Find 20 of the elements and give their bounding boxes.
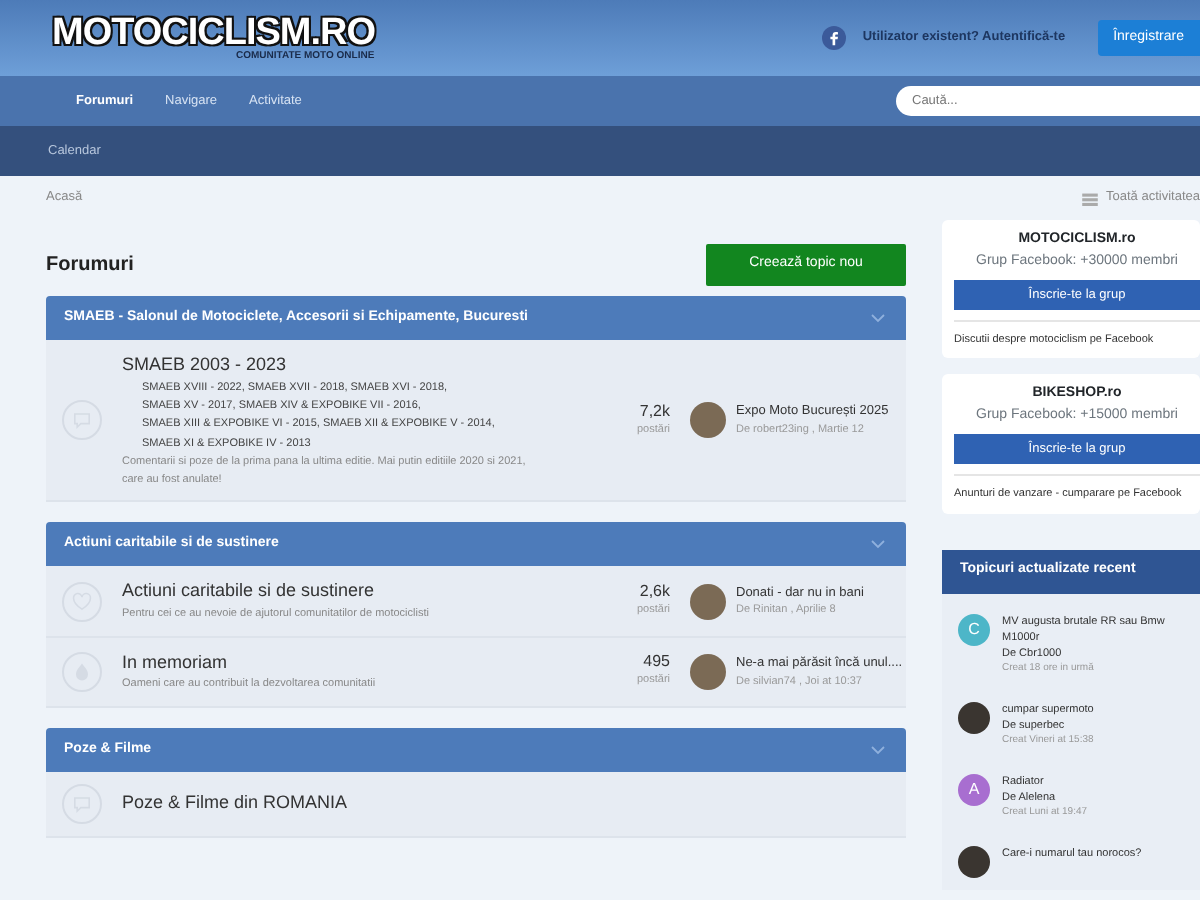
page-title: Forumuri (46, 251, 134, 279)
avatar-placeholder (690, 583, 726, 620)
chevron-down-icon (870, 312, 886, 324)
chevron-down-icon (870, 744, 886, 757)
forum-title[interactable]: Actiuni caritabile si de sustinere (122, 578, 542, 606)
avatar-placeholder (958, 845, 990, 878)
facebook-icon (822, 26, 847, 50)
avatar-placeholder (690, 402, 726, 439)
site-logo[interactable]: MOTOCICLISM.RO (52, 14, 376, 52)
avatar-letter: C (958, 613, 990, 645)
post-count: 495 (641, 654, 670, 673)
forum-title[interactable]: SMAEB 2003 - 2023 (122, 352, 542, 379)
avatar-letter: A (958, 773, 990, 806)
post-count: 2,6k (637, 584, 670, 602)
avatar-placeholder (690, 653, 726, 690)
list-icon (1082, 191, 1099, 205)
avatar-placeholder (958, 701, 990, 734)
chevron-down-icon (870, 538, 886, 551)
forum-title[interactable]: In memoriam (122, 649, 542, 677)
post-count: 7,2k (637, 403, 670, 421)
